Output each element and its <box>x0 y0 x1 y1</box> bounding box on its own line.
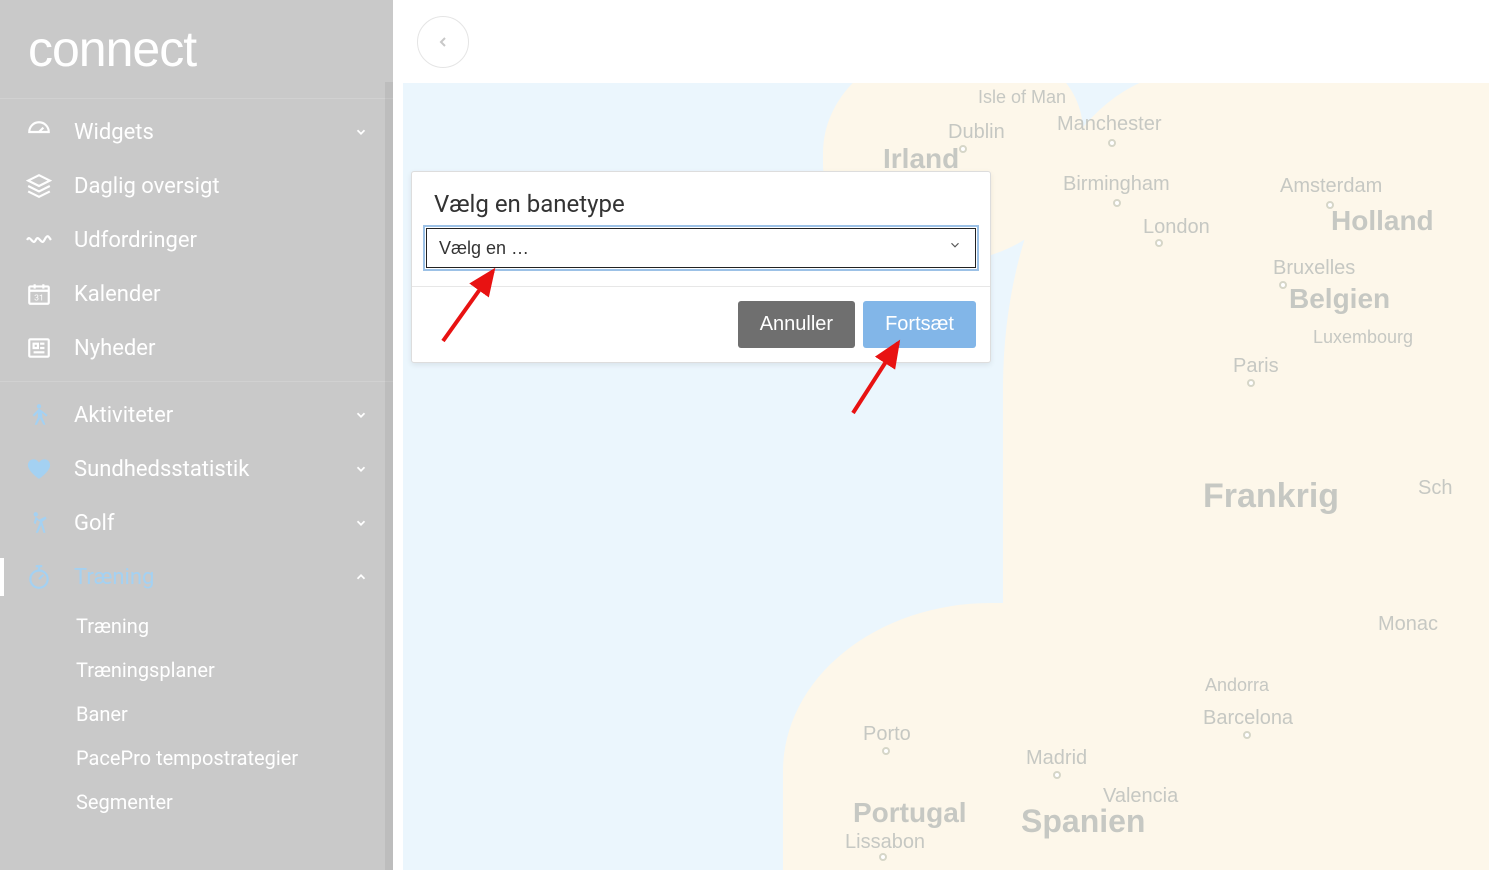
back-button[interactable] <box>417 16 469 68</box>
submenu-item-pacepro[interactable]: PacePro tempostrategier <box>76 736 393 780</box>
chevron-down-icon <box>353 461 369 477</box>
map-city-dot <box>1243 731 1251 739</box>
map-city-dot <box>1053 771 1061 779</box>
course-type-dialog: Vælg en banetype Vælg en … Annuller Fort… <box>411 171 991 363</box>
dialog-footer: Annuller Fortsæt <box>412 286 990 362</box>
map-city-dot <box>1155 239 1163 247</box>
map-label-london: London <box>1143 216 1210 239</box>
map-label-madrid: Madrid <box>1026 747 1087 770</box>
submenu-item-training[interactable]: Træning <box>76 604 393 648</box>
sidebar-item-calendar[interactable]: 31 Kalender <box>0 267 393 321</box>
sidebar-item-training[interactable]: Træning <box>0 550 393 604</box>
person-icon <box>24 402 54 428</box>
sidebar-item-widgets[interactable]: Widgets <box>0 105 393 159</box>
sidebar-item-label: Sundhedsstatistik <box>74 457 353 482</box>
sidebar-item-news[interactable]: Nyheder <box>0 321 393 375</box>
map-label-portugal: Portugal <box>853 797 967 829</box>
map-label-porto: Porto <box>863 723 911 746</box>
layers-icon <box>24 173 54 199</box>
sidebar-item-label: Widgets <box>74 120 353 145</box>
chevron-up-icon <box>353 569 369 585</box>
map-label-lissabon: Lissabon <box>845 831 925 854</box>
map-label-isle-of-man: Isle of Man <box>978 87 1066 108</box>
dialog-body: Vælg en … <box>412 228 990 286</box>
sidebar-item-daily-overview[interactable]: Daglig oversigt <box>0 159 393 213</box>
chevron-down-icon <box>353 407 369 423</box>
map-city-dot <box>879 853 887 861</box>
svg-text:31: 31 <box>34 294 44 304</box>
sidebar-item-health-stats[interactable]: Sundhedsstatistik <box>0 442 393 496</box>
sidebar-item-label: Daglig oversigt <box>74 174 369 199</box>
continue-button[interactable]: Fortsæt <box>863 301 976 348</box>
sidebar-item-label: Træning <box>74 565 353 590</box>
map-city-dot <box>1279 281 1287 289</box>
map-label-france: Frankrig <box>1203 477 1339 516</box>
map-city-dot <box>1247 379 1255 387</box>
map-city-dot <box>882 747 890 755</box>
sidebar-item-golf[interactable]: Golf <box>0 496 393 550</box>
main-content: Isle of Man Dublin Manchester Irland Bir… <box>393 0 1489 870</box>
submenu-item-training-plans[interactable]: Træningsplaner <box>76 648 393 692</box>
chevron-down-icon <box>353 124 369 140</box>
golf-icon <box>24 510 54 536</box>
chevron-left-icon <box>435 34 451 50</box>
stopwatch-icon <box>24 564 54 590</box>
nav-section-general: Widgets Daglig oversigt Udfordringer 31 … <box>0 98 393 381</box>
map-label-paris: Paris <box>1233 355 1279 378</box>
calendar-icon: 31 <box>24 281 54 307</box>
map-label-holland: Holland <box>1331 205 1434 237</box>
nav-section-activity: Aktiviteter Sundhedsstatistik Golf <box>0 381 393 830</box>
map-label-dublin: Dublin <box>948 121 1005 144</box>
sidebar-item-label: Nyheder <box>74 336 369 361</box>
dialog-header: Vælg en banetype <box>412 172 990 228</box>
sidebar-item-label: Kalender <box>74 282 369 307</box>
map-label-barcelona: Barcelona <box>1203 707 1293 730</box>
sidebar-scrollbar[interactable] <box>385 82 393 870</box>
map-label-luxembourg: Luxembourg <box>1313 327 1413 348</box>
sidebar-item-challenges[interactable]: Udfordringer <box>0 213 393 267</box>
map-label-andorra: Andorra <box>1205 675 1269 696</box>
map-label-spain: Spanien <box>1021 803 1145 840</box>
map-city-dot <box>1108 139 1116 147</box>
course-type-select[interactable]: Vælg en … <box>426 228 976 268</box>
wave-icon <box>24 227 54 253</box>
brand-logo: connect <box>0 10 393 98</box>
map-label-manchester: Manchester <box>1057 113 1162 136</box>
submenu-item-courses[interactable]: Baner <box>76 692 393 736</box>
submenu-item-segments[interactable]: Segmenter <box>76 780 393 824</box>
map-label-monaco: Monac <box>1378 613 1438 636</box>
cancel-button[interactable]: Annuller <box>738 301 855 348</box>
map-label-amsterdam: Amsterdam <box>1280 175 1382 198</box>
map-label-bruxelles: Bruxelles <box>1273 257 1355 280</box>
sidebar-item-label: Aktiviteter <box>74 403 353 428</box>
chevron-down-icon <box>353 515 369 531</box>
map-canvas[interactable]: Isle of Man Dublin Manchester Irland Bir… <box>403 83 1489 870</box>
sidebar-item-label: Golf <box>74 511 353 536</box>
map-label-belgium: Belgien <box>1289 283 1390 315</box>
news-icon <box>24 335 54 361</box>
top-bar <box>393 0 1489 83</box>
training-submenu: Træning Træningsplaner Baner PacePro tem… <box>0 604 393 824</box>
sidebar: connect Widgets Daglig oversigt Udfordri… <box>0 0 393 870</box>
gauge-icon <box>24 119 54 145</box>
dialog-title: Vælg en banetype <box>434 190 968 218</box>
sidebar-item-label: Udfordringer <box>74 228 369 253</box>
map-label-birmingham: Birmingham <box>1063 173 1170 196</box>
map-city-dot <box>1113 199 1121 207</box>
sidebar-item-activities[interactable]: Aktiviteter <box>0 388 393 442</box>
map-city-dot <box>959 145 967 153</box>
map-label-sch: Sch <box>1418 477 1452 500</box>
heart-icon <box>24 456 54 482</box>
